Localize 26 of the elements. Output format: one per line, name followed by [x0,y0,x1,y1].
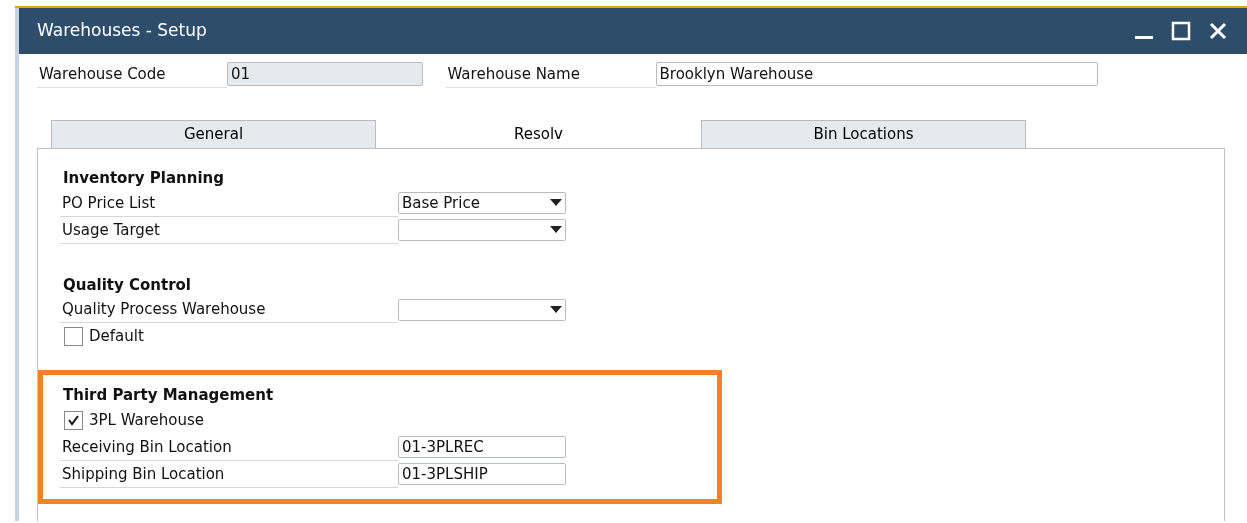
caret-icon [550,226,562,235]
maximize-icon[interactable] [1170,20,1192,43]
window-title: Warehouses - Setup [37,19,207,43]
checkbox-label: Default [89,326,144,348]
field-label: Warehouse Code [37,62,227,88]
tab[interactable]: General [51,120,376,149]
input-field[interactable]: 01-3PLREC [398,436,566,459]
section-title: Quality Control [62,274,192,296]
caret-icon [550,305,562,314]
tab[interactable]: Bin Locations [701,120,1026,149]
caret-icon [550,199,562,208]
field-label: Usage Target [60,216,398,244]
section-title: Third Party Management [62,385,275,407]
input-field[interactable]: Brooklyn Warehouse [655,62,1098,87]
field-label: Quality Process Warehouse [60,296,398,324]
field-label: Receiving Bin Location [60,433,398,461]
checkbox[interactable] [64,410,83,430]
field-label: PO Price List [60,189,398,217]
section-title: Inventory Planning [62,168,225,190]
input-field[interactable]: 01-3PLSHIP [398,463,566,486]
checkmark-icon [67,413,80,427]
field-label: Shipping Bin Location [60,460,398,488]
checkbox[interactable] [64,327,83,347]
field-label: Warehouse Name [445,62,656,88]
dropdown[interactable]: Base Price [398,192,566,215]
checkbox-label: 3PL Warehouse [89,409,205,431]
